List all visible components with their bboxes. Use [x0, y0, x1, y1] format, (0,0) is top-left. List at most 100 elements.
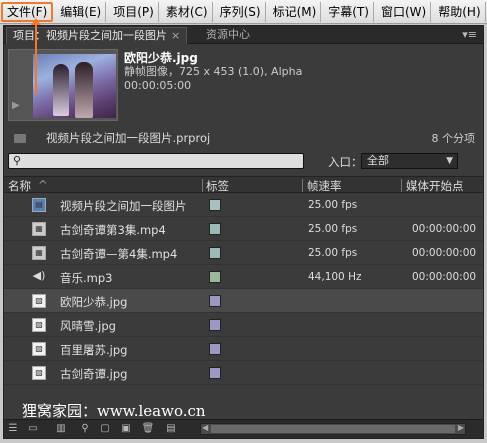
scroll-left-icon[interactable]: ◀ [202, 423, 208, 432]
column-frame-rate[interactable]: 帧速率 [307, 178, 342, 194]
image-file-icon: ▨ [32, 366, 46, 380]
scrollbar-thumb[interactable] [211, 425, 455, 433]
search-icon: ⚲ [13, 154, 22, 167]
table-row[interactable]: ▨ 古剑奇谭.jpg [4, 361, 483, 385]
table-row[interactable]: ▨ 百里屠苏.jpg [4, 337, 483, 361]
new-item-icon[interactable]: ▣ [119, 422, 133, 435]
table-row[interactable]: ▤ 视频片段之间加一段图片 25.00 fps [4, 193, 483, 217]
watermark: 狸窝家园：www.leawo.cn [22, 402, 206, 420]
new-bin-icon[interactable]: ▢ [98, 422, 112, 435]
file-list: ▤ 视频片段之间加一段图片 25.00 fps ▦ 古剑奇谭第3集.mp4 25… [4, 193, 483, 385]
thumbnail-figure [75, 62, 93, 118]
panel-tab-bar: 项目：视频片段之间加一段图片 × 资源中心 ▾≡ [4, 26, 483, 44]
close-icon[interactable]: × [171, 29, 180, 42]
thumbnail-figure [53, 64, 69, 116]
bottom-toolbar: ☰ ▭ ▥ ⚲ ▢ ▣ 🗑 ▤ ◀ ▶ [4, 419, 483, 438]
row-frame-rate: 44,100 Hz [308, 271, 362, 283]
column-divider[interactable] [302, 179, 303, 192]
image-file-icon: ▨ [32, 318, 46, 332]
video-file-icon: ▦ [32, 246, 46, 260]
find-icon[interactable]: ⚲ [78, 422, 92, 435]
project-file-name: 视频片段之间加一段图片.prproj [46, 131, 211, 145]
delete-icon[interactable]: 🗑 [141, 422, 155, 435]
label-swatch[interactable] [209, 367, 221, 379]
preview-thumbnail [33, 54, 116, 118]
entry-label: 入口： [328, 155, 363, 169]
sequence-icon: ▤ [32, 198, 46, 212]
entry-dropdown-value: 全部 [367, 154, 389, 167]
label-swatch[interactable] [209, 271, 221, 283]
audio-file-icon: ◀) [32, 269, 46, 282]
video-file-icon: ▦ [32, 222, 46, 236]
preview-area: ▶ 欧阳少恭.jpg 静帧图像，725 x 453 (1.0), Alpha 0… [6, 47, 482, 125]
menu-window[interactable]: 窗口(W) [377, 1, 432, 22]
image-file-icon: ▨ [32, 342, 46, 356]
menu-sequence[interactable]: 序列(S) [216, 1, 266, 22]
row-name: 古剑奇谭第3集.mp4 [60, 223, 166, 237]
row-name: 古剑奇谭.jpg [60, 367, 128, 381]
row-name: 古剑奇谭—第4集.mp4 [60, 247, 178, 261]
row-name: 视频片段之间加一段图片 [60, 199, 187, 213]
column-name[interactable]: 名称 [8, 178, 31, 194]
menu-project[interactable]: 项目(P) [109, 1, 159, 22]
table-row[interactable]: ▨ 欧阳少恭.jpg [4, 289, 483, 313]
column-divider[interactable] [202, 179, 203, 192]
preview-duration: 00:00:05:00 [124, 79, 192, 92]
row-name: 欧阳少恭.jpg [60, 295, 128, 309]
table-header: 名称 ^ 标签 帧速率 媒体开始点 [4, 176, 483, 193]
tab-resource-center[interactable]: 资源中心 [200, 27, 256, 44]
label-swatch[interactable] [209, 247, 221, 259]
row-frame-rate: 25.00 fps [308, 247, 358, 259]
preview-info: 欧阳少恭.jpg 静帧图像，725 x 453 (1.0), Alpha 00:… [124, 51, 302, 93]
label-swatch[interactable] [209, 295, 221, 307]
project-panel: 项目：视频片段之间加一段图片 × 资源中心 ▾≡ ▶ 欧阳少恭.jpg 静帧图像，… [3, 25, 484, 439]
row-name: 风晴雪.jpg [60, 319, 116, 333]
column-media-start[interactable]: 媒体开始点 [406, 178, 464, 194]
table-row[interactable]: ▦ 古剑奇谭—第4集.mp4 25.00 fps 00:00:00:00 [4, 241, 483, 265]
icon-view-icon[interactable]: ▭ [26, 422, 40, 435]
row-name: 百里屠苏.jpg [60, 343, 128, 357]
row-media-start: 00:00:00:00 [412, 271, 477, 283]
automate-to-sequence-icon[interactable]: ▥ [54, 422, 68, 435]
tab-project[interactable]: 项目：视频片段之间加一段图片 × [6, 27, 188, 44]
play-icon[interactable]: ▶ [12, 100, 20, 111]
search-input[interactable]: ⚲ [8, 153, 304, 169]
panel-menu-icon[interactable]: ▾≡ [462, 28, 477, 41]
chevron-down-icon: ▼ [446, 156, 453, 166]
row-name: 音乐.mp3 [60, 271, 113, 285]
menu-file[interactable]: 文件(F) [1, 1, 54, 22]
sort-icon[interactable]: ^ [38, 178, 48, 192]
item-count: 8 个分项 [431, 132, 476, 145]
label-swatch[interactable] [209, 223, 221, 235]
table-row[interactable]: ▨ 风晴雪.jpg [4, 313, 483, 337]
folder-icon [14, 133, 26, 143]
clear-icon[interactable]: ▤ [164, 422, 178, 435]
search-row: ⚲ 入口： 全部 ▼ [4, 150, 483, 172]
menu-clip[interactable]: 素材(C) [162, 1, 213, 22]
menu-bar: 文件(F) 编辑(E) 项目(P) 素材(C) 序列(S) 标记(M) 字幕(T… [0, 0, 487, 24]
row-frame-rate: 25.00 fps [308, 223, 358, 235]
row-media-start: 00:00:00:00 [412, 247, 477, 259]
list-view-icon[interactable]: ☰ [6, 422, 20, 435]
menu-marker[interactable]: 标记(M) [269, 1, 322, 22]
menu-edit[interactable]: 编辑(E) [56, 1, 107, 22]
column-label[interactable]: 标签 [206, 178, 229, 194]
table-row[interactable]: ◀) 音乐.mp3 44,100 Hz 00:00:00:00 [4, 265, 483, 289]
table-row[interactable]: ▦ 古剑奇谭第3集.mp4 25.00 fps 00:00:00:00 [4, 217, 483, 241]
row-frame-rate: 25.00 fps [308, 199, 358, 211]
scroll-right-icon[interactable]: ▶ [458, 423, 464, 432]
menu-help[interactable]: 帮助(H) [434, 1, 486, 22]
project-file-row: 视频片段之间加一段图片.prproj 8 个分项 [4, 128, 483, 148]
horizontal-scrollbar[interactable]: ◀ ▶ [200, 423, 466, 435]
column-divider[interactable] [401, 179, 402, 192]
menu-title[interactable]: 字幕(T) [324, 1, 374, 22]
image-file-icon: ▨ [32, 294, 46, 308]
label-swatch[interactable] [209, 199, 221, 211]
label-swatch[interactable] [209, 343, 221, 355]
entry-dropdown[interactable]: 全部 ▼ [361, 153, 458, 169]
annotation-arrow-line [35, 22, 37, 94]
preview-thumbnail-frame: ▶ [8, 49, 118, 121]
label-swatch[interactable] [209, 319, 221, 331]
row-media-start: 00:00:00:00 [412, 223, 477, 235]
preview-file-info: 静帧图像，725 x 453 (1.0), Alpha [124, 65, 303, 78]
